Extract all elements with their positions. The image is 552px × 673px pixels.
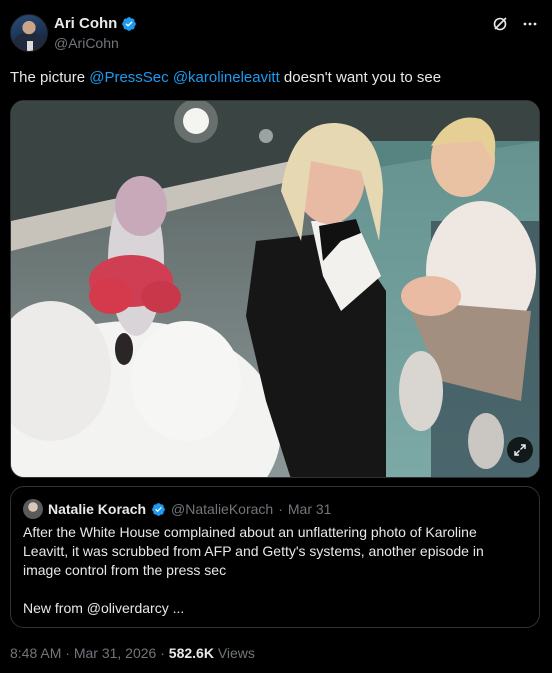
quoted-text-paragraph-1: After the White House complained about a…	[23, 524, 484, 578]
meta-separator-1: ·	[61, 645, 74, 661]
tweet-photo[interactable]	[10, 100, 540, 478]
tweet-text-prefix: The picture	[10, 69, 90, 86]
views-label: Views	[217, 645, 255, 661]
author-name-row: Ari Cohn	[54, 15, 137, 32]
more-icon[interactable]	[522, 16, 538, 32]
verified-badge-icon	[122, 16, 137, 31]
tweet-date[interactable]: Mar 31, 2026	[74, 645, 157, 661]
expand-icon	[514, 444, 526, 456]
quoted-tweet-body: After the White House complained about a…	[23, 523, 523, 637]
author-avatar[interactable]	[10, 14, 48, 52]
grok-icon[interactable]	[492, 16, 508, 32]
author-display-name[interactable]: Ari Cohn	[54, 15, 117, 32]
quoted-author-handle: @NatalieKorach	[171, 501, 274, 517]
quoted-tweet[interactable]: Natalie Korach @NatalieKorach · Mar 31 A…	[10, 486, 540, 628]
quoted-author-name: Natalie Korach	[48, 501, 147, 517]
quoted-tweet-header: Natalie Korach @NatalieKorach · Mar 31	[23, 499, 331, 519]
tweet-text: The picture @PressSec @karolineleavitt d…	[10, 68, 441, 88]
mention-presssec[interactable]: @PressSec	[89, 69, 168, 86]
quoted-author-avatar	[23, 499, 43, 519]
quoted-date: Mar 31	[287, 501, 332, 517]
mention-karolineleavitt[interactable]: @karolineleavitt	[173, 69, 280, 86]
tweet-time[interactable]: 8:48 AM	[10, 645, 61, 661]
quoted-text-paragraph-2: New from @oliverdarcy ...	[23, 600, 185, 616]
expand-button[interactable]	[507, 437, 533, 463]
meta-separator-2: ·	[156, 645, 169, 661]
verified-badge-icon	[152, 502, 165, 516]
author-handle[interactable]: @AriCohn	[54, 35, 119, 51]
quoted-separator: ·	[278, 501, 283, 517]
tweet-text-suffix: doesn't want you to see	[279, 69, 442, 86]
views-count: 582.6K	[168, 645, 214, 661]
tweet-meta: 8:48 AM · Mar 31, 2026 · 582.6K Views	[10, 645, 255, 661]
top-actions	[492, 16, 538, 32]
photo-illustration	[11, 101, 539, 477]
